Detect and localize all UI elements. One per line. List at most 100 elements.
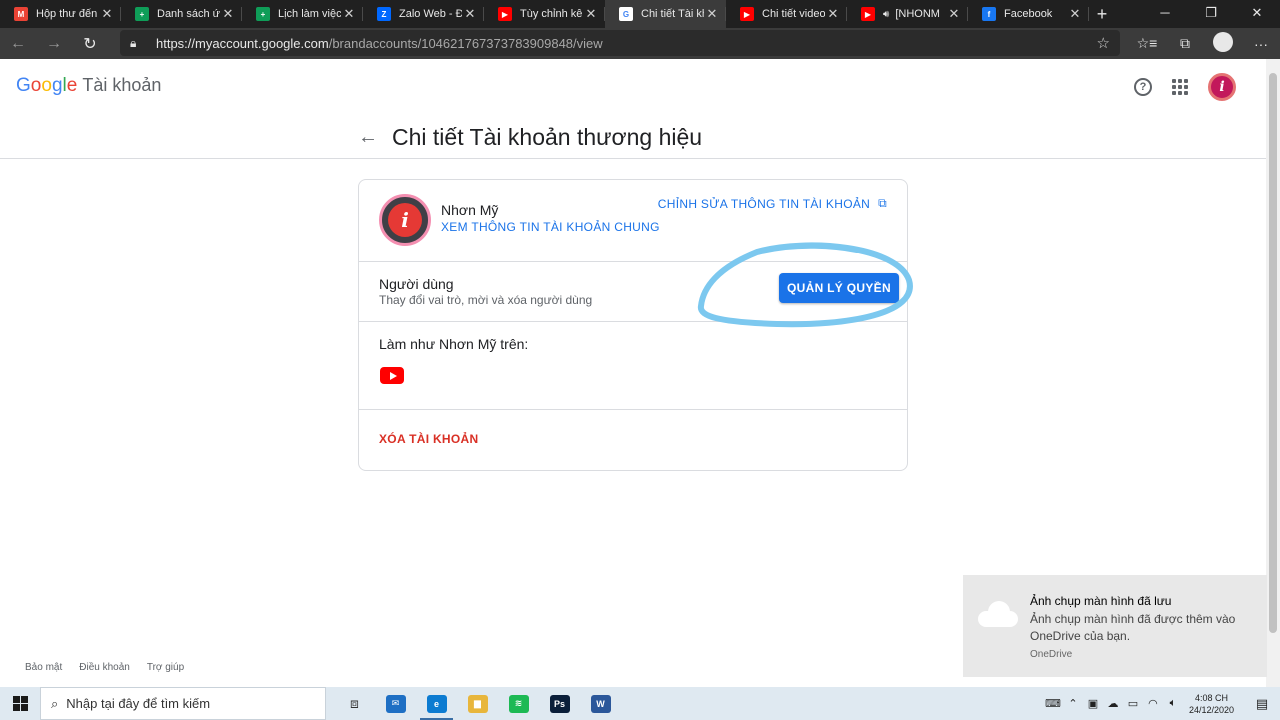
wifi-icon[interactable]: ◠ bbox=[1143, 697, 1163, 710]
external-link-icon: ⧉ bbox=[878, 196, 887, 210]
close-tab-icon[interactable]: ✕ bbox=[946, 6, 962, 22]
scrollbar-thumb[interactable] bbox=[1269, 73, 1277, 633]
windows-start-icon[interactable] bbox=[0, 687, 40, 720]
refresh-icon[interactable]: ↻ bbox=[72, 34, 108, 54]
task-view-icon[interactable]: ⧈ bbox=[334, 687, 375, 720]
browser-tab[interactable]: ▶ Tùy chỉnh kênh✕ bbox=[484, 0, 605, 28]
chevron-up-icon[interactable]: ⌃ bbox=[1063, 697, 1083, 710]
new-tab-button[interactable]: + bbox=[1089, 4, 1115, 25]
browser-tab[interactable]: M Hộp thư đến - ✕ bbox=[0, 0, 121, 28]
favorites-icon[interactable]: ☆≡ bbox=[1128, 35, 1166, 52]
photoshop-icon[interactable]: Ps bbox=[539, 687, 580, 720]
browser-tab[interactable]: G Chi tiết Tài kho✕ bbox=[605, 0, 726, 28]
browser-tab[interactable]: ▶ Chi tiết video -✕ bbox=[726, 0, 847, 28]
back-arrow-icon[interactable]: ← bbox=[0, 35, 36, 53]
profile-avatar[interactable] bbox=[1204, 32, 1242, 55]
word-icon[interactable]: W bbox=[580, 687, 621, 720]
footer-link-privacy[interactable]: Bảo mật bbox=[25, 662, 62, 673]
close-tab-icon[interactable]: ✕ bbox=[583, 6, 599, 22]
back-arrow-icon[interactable]: ← bbox=[358, 126, 378, 149]
mail-glyph: ✉ bbox=[385, 694, 406, 713]
browser-tab-strip: MHộp thư đến -✕+Danh sách ứng✕+Lịch làm … bbox=[0, 0, 1280, 28]
youtube-icon: ▶ bbox=[740, 7, 754, 21]
act-as-label: Làm như Nhơn Mỹ trên: bbox=[379, 336, 529, 352]
close-tab-icon[interactable]: ✕ bbox=[341, 6, 357, 22]
url-host: https://myaccount.google.com bbox=[156, 35, 329, 51]
forward-arrow-icon[interactable]: → bbox=[36, 35, 72, 53]
header-actions: ? i bbox=[1134, 73, 1236, 101]
browser-tools: ☆≡ ⧉ ··· bbox=[1128, 28, 1280, 59]
maximize-icon[interactable]: ❐ bbox=[1188, 0, 1234, 28]
edge-icon[interactable]: e bbox=[416, 687, 457, 720]
volume-icon[interactable]: 🔈︎ bbox=[1163, 697, 1183, 710]
page-footer: Bảo mật Điều khoản Trợ giúp bbox=[25, 662, 201, 673]
search-placeholder: Nhập tại đây để tìm kiếm bbox=[66, 696, 211, 711]
battery-icon[interactable]: ▭ bbox=[1123, 697, 1143, 710]
close-tab-icon[interactable]: ✕ bbox=[825, 6, 841, 22]
view-shared-account-link[interactable]: XEM THÔNG TIN TÀI KHOẢN CHUNG bbox=[441, 220, 660, 234]
manage-permissions-button[interactable]: QUẢN LÝ QUYỀN bbox=[779, 273, 899, 303]
close-tab-icon[interactable]: ✕ bbox=[1067, 6, 1083, 22]
file-explorer-icon[interactable]: ▆ bbox=[457, 687, 498, 720]
close-tab-icon[interactable]: ✕ bbox=[220, 6, 236, 22]
title-row: ← Chi tiết Tài khoản thương hiệu bbox=[358, 124, 702, 151]
spotify-icon[interactable]: ≋ bbox=[498, 687, 539, 720]
close-tab-icon[interactable]: ✕ bbox=[704, 6, 720, 22]
more-menu-icon[interactable]: ··· bbox=[1242, 36, 1280, 52]
device-icon[interactable]: ▣ bbox=[1083, 697, 1103, 710]
browser-toolbar: ← → ↻ 🔒︎ https://myaccount.google.com/br… bbox=[0, 28, 1280, 59]
browser-tab[interactable]: Z Zalo Web - Đă✕ bbox=[363, 0, 484, 28]
collections-icon[interactable]: ⧉ bbox=[1166, 35, 1204, 52]
product-name: Tài khoản bbox=[82, 75, 162, 95]
favorite-star-icon[interactable]: ☆ bbox=[1097, 34, 1110, 52]
users-section: Người dùng Thay đổi vai trò, mời và xóa … bbox=[359, 262, 907, 322]
windows-taskbar: ⌕ Nhập tại đây để tìm kiếm ⧈ ✉ e ▆ ≋ Ps W ⌨ ⌃… bbox=[0, 687, 1280, 720]
address-bar[interactable]: 🔒︎ https://myaccount.google.com/brandacc… bbox=[120, 30, 1120, 56]
delete-account-link[interactable]: XÓA TÀI KHOẢN bbox=[379, 432, 478, 446]
word-glyph: W bbox=[590, 694, 611, 713]
audio-playing-icon[interactable]: 🔊︎ bbox=[883, 9, 889, 20]
youtube-icon: ▶ bbox=[498, 7, 512, 21]
browser-tab[interactable]: + Danh sách ứng✕ bbox=[121, 0, 242, 28]
close-tab-icon[interactable]: ✕ bbox=[462, 6, 478, 22]
help-icon[interactable]: ? bbox=[1134, 78, 1152, 96]
google-icon: G bbox=[619, 7, 633, 21]
logo-letter: g bbox=[51, 75, 63, 96]
account-name: Nhơn Mỹ bbox=[441, 202, 499, 218]
file-explorer-glyph: ▆ bbox=[467, 694, 488, 713]
close-tab-icon[interactable]: ✕ bbox=[99, 6, 115, 22]
onedrive-notification[interactable]: Ảnh chụp màn hình đã lưu Ảnh chụp màn hì… bbox=[963, 575, 1267, 677]
browser-tab[interactable]: ▶ 🔊︎ [NHONM ✕ bbox=[847, 0, 968, 28]
tab-title: Danh sách ứng bbox=[157, 8, 220, 20]
logo-letter: e bbox=[66, 75, 78, 96]
action-center-icon[interactable]: ▤ bbox=[1244, 696, 1280, 712]
onedrive-icon[interactable]: ☁ bbox=[1103, 697, 1123, 710]
close-window-icon[interactable]: ✕ bbox=[1234, 0, 1280, 28]
tab-title: Chi tiết Tài kho bbox=[641, 8, 704, 20]
minimize-icon[interactable]: ─ bbox=[1142, 0, 1188, 28]
browser-tab[interactable]: + Lịch làm việc -✕ bbox=[242, 0, 363, 28]
clock-date: 24/12/2020 bbox=[1188, 704, 1234, 715]
footer-link-terms[interactable]: Điều khoản bbox=[79, 662, 130, 673]
youtube-icon[interactable] bbox=[380, 367, 404, 384]
account-avatar[interactable]: i bbox=[1208, 73, 1236, 101]
url-path: /brandaccounts/104621767373783909848/vie… bbox=[328, 35, 603, 51]
tab-title: Hộp thư đến - bbox=[36, 8, 99, 20]
gmail-icon: M bbox=[14, 7, 28, 21]
system-clock[interactable]: 4:08 CH 24/12/2020 bbox=[1189, 692, 1234, 716]
youtube-icon: ▶ bbox=[861, 7, 875, 21]
mail-icon[interactable]: ✉ bbox=[375, 687, 416, 720]
google-account-logo[interactable]: Google Tài khoản bbox=[16, 75, 161, 97]
zalo-icon: Z bbox=[377, 7, 391, 21]
apps-grid-icon[interactable] bbox=[1172, 79, 1188, 95]
sheets-icon: + bbox=[135, 7, 149, 21]
edit-account-info-link[interactable]: CHỈNH SỬA THÔNG TIN TÀI KHOẢN ⧉ bbox=[658, 196, 887, 211]
taskbar-search-box[interactable]: ⌕ Nhập tại đây để tìm kiếm bbox=[40, 687, 326, 720]
keyboard-icon[interactable]: ⌨ bbox=[1043, 697, 1063, 710]
browser-tab[interactable]: f Facebook ✕ bbox=[968, 0, 1089, 28]
taskbar-apps: ⧈ ✉ e ▆ ≋ Ps W bbox=[334, 687, 621, 720]
footer-link-help[interactable]: Trợ giúp bbox=[147, 662, 184, 673]
page-scrollbar[interactable] bbox=[1266, 59, 1280, 687]
tab-title: Lịch làm việc - bbox=[278, 8, 341, 20]
delete-section: XÓA TÀI KHOẢN bbox=[359, 410, 907, 470]
